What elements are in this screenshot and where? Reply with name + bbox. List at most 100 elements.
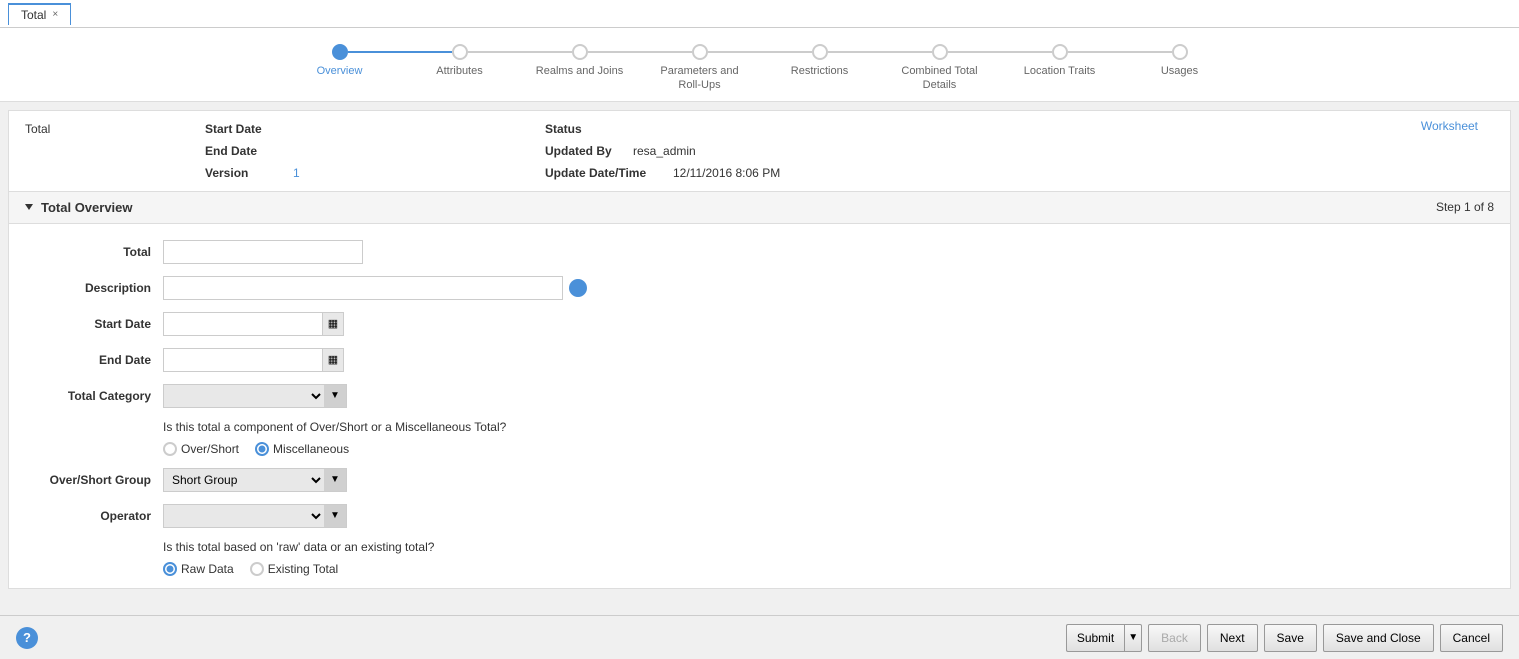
radio-raw-data-label: Raw Data [181,562,234,576]
wizard-step-realms[interactable]: Realms and Joins [520,44,640,78]
total-field-label: Total [33,245,163,259]
step-circle-restrictions [812,44,828,60]
wizard-step-attributes[interactable]: Attributes [400,44,520,78]
form-row-over-short-group: Over/Short Group Short Group ▼ [33,468,1486,492]
form-row-operator: Operator ▼ [33,504,1486,528]
section-title: Total Overview [25,200,133,215]
version-label: Version [205,166,285,180]
start-date-field-label: Start Date [33,317,163,331]
back-button[interactable]: Back [1148,624,1201,652]
start-date-label: Start Date [205,122,285,136]
step-circle-location [1052,44,1068,60]
form-row-end-date: End Date ▦ [33,348,1486,372]
section-step: Step 1 of 8 [1436,200,1494,214]
over-short-group-select[interactable]: Short Group [164,469,324,491]
total-category-label: Total Category [33,389,163,403]
radio-over-short[interactable]: Over/Short [163,442,239,456]
radio-over-short-label: Over/Short [181,442,239,456]
over-short-group-select-container: Short Group ▼ [163,468,347,492]
start-date-calendar-btn[interactable]: ▦ [322,312,344,336]
wizard-step-usages[interactable]: Usages [1120,44,1240,78]
next-button[interactable]: Next [1207,624,1258,652]
wizard-steps: Overview Attributes Realms and Joins Par… [280,44,1240,93]
tab-total[interactable]: Total × [8,3,71,25]
version-value: 1 [293,166,300,180]
question2-container: Is this total based on 'raw' data or an … [33,540,1486,576]
over-short-group-label: Over/Short Group [33,473,163,487]
question1-text: Is this total a component of Over/Short … [33,420,1486,434]
radio-existing-total[interactable]: Existing Total [250,562,338,576]
submit-button[interactable]: Submit [1066,624,1124,652]
section-header: Total Overview Step 1 of 8 [9,192,1510,224]
info-bar: Total Start Date End Date Version 1 Stat… [9,111,1510,192]
question1-container: Is this total a component of Over/Short … [33,420,1486,456]
start-date-input[interactable] [163,312,323,336]
operator-select[interactable] [164,505,324,527]
step-circle-parameters [692,44,708,60]
step-circle-attributes [452,44,468,60]
radio-raw-data-btn[interactable] [163,562,177,576]
end-date-calendar-btn[interactable]: ▦ [322,348,344,372]
step-circle-usages [1172,44,1188,60]
description-input[interactable] [163,276,563,300]
step-circle-combined [932,44,948,60]
wizard-step-location[interactable]: Location Traits [1000,44,1120,78]
save-button[interactable]: Save [1264,624,1317,652]
operator-select-container: ▼ [163,504,347,528]
submit-button-container: Submit ▼ [1066,624,1142,652]
total-category-select[interactable] [164,385,324,407]
wizard-container: Overview Attributes Realms and Joins Par… [0,28,1519,102]
radio-miscellaneous[interactable]: Miscellaneous [255,442,349,456]
radio-existing-total-btn[interactable] [250,562,264,576]
radio-group-2: Raw Data Existing Total [33,562,1486,576]
step-label-location: Location Traits [1024,64,1096,78]
tab-bar: Total × [0,0,1519,28]
step-label-realms: Realms and Joins [536,64,623,78]
worksheet-link[interactable]: Worksheet [1421,119,1478,133]
operator-label: Operator [33,509,163,523]
end-date-field-label: End Date [33,353,163,367]
question2-text: Is this total based on 'raw' data or an … [33,540,1486,554]
step-label-parameters: Parameters andRoll-Ups [660,64,738,93]
collapse-icon[interactable] [25,204,33,210]
radio-miscellaneous-btn[interactable] [255,442,269,456]
tab-close-icon[interactable]: × [52,9,58,20]
form-row-total-category: Total Category ▼ [33,384,1486,408]
step-label-overview: Overview [317,64,363,78]
total-category-dropdown-btn[interactable]: ▼ [324,385,346,407]
total-title: Total [25,122,50,136]
wizard-step-restrictions[interactable]: Restrictions [760,44,880,78]
update-datetime-value: 12/11/2016 8:06 PM [673,166,780,180]
end-date-input[interactable] [163,348,323,372]
globe-icon [569,279,587,297]
status-label: Status [545,122,625,136]
over-short-group-dropdown-btn[interactable]: ▼ [324,469,346,491]
step-label-usages: Usages [1161,64,1198,78]
wizard-step-combined[interactable]: Combined TotalDetails [880,44,1000,93]
radio-over-short-btn[interactable] [163,442,177,456]
form-row-start-date: Start Date ▦ [33,312,1486,336]
step-circle-overview [332,44,348,60]
radio-existing-total-label: Existing Total [268,562,338,576]
help-button[interactable]: ? [16,627,38,649]
form-container: Total Description Start Date ▦ End Date … [9,224,1510,588]
step-circle-realms [572,44,588,60]
main-area: Total Start Date End Date Version 1 Stat… [8,110,1511,589]
end-date-label: End Date [205,144,285,158]
step-label-combined: Combined TotalDetails [901,64,977,93]
total-category-select-container: ▼ [163,384,347,408]
save-and-close-button[interactable]: Save and Close [1323,624,1434,652]
total-input[interactable] [163,240,363,264]
form-row-total: Total [33,240,1486,264]
radio-raw-data[interactable]: Raw Data [163,562,234,576]
wizard-step-overview[interactable]: Overview [280,44,400,78]
cancel-button[interactable]: Cancel [1440,624,1503,652]
radio-miscellaneous-label: Miscellaneous [273,442,349,456]
step-label-attributes: Attributes [436,64,482,78]
section-title-text: Total Overview [41,200,133,215]
submit-dropdown-btn[interactable]: ▼ [1124,624,1142,652]
form-row-description: Description [33,276,1486,300]
content-panel: Total Overview Step 1 of 8 Total Descrip… [9,192,1510,588]
wizard-step-parameters[interactable]: Parameters andRoll-Ups [640,44,760,93]
operator-dropdown-btn[interactable]: ▼ [324,505,346,527]
